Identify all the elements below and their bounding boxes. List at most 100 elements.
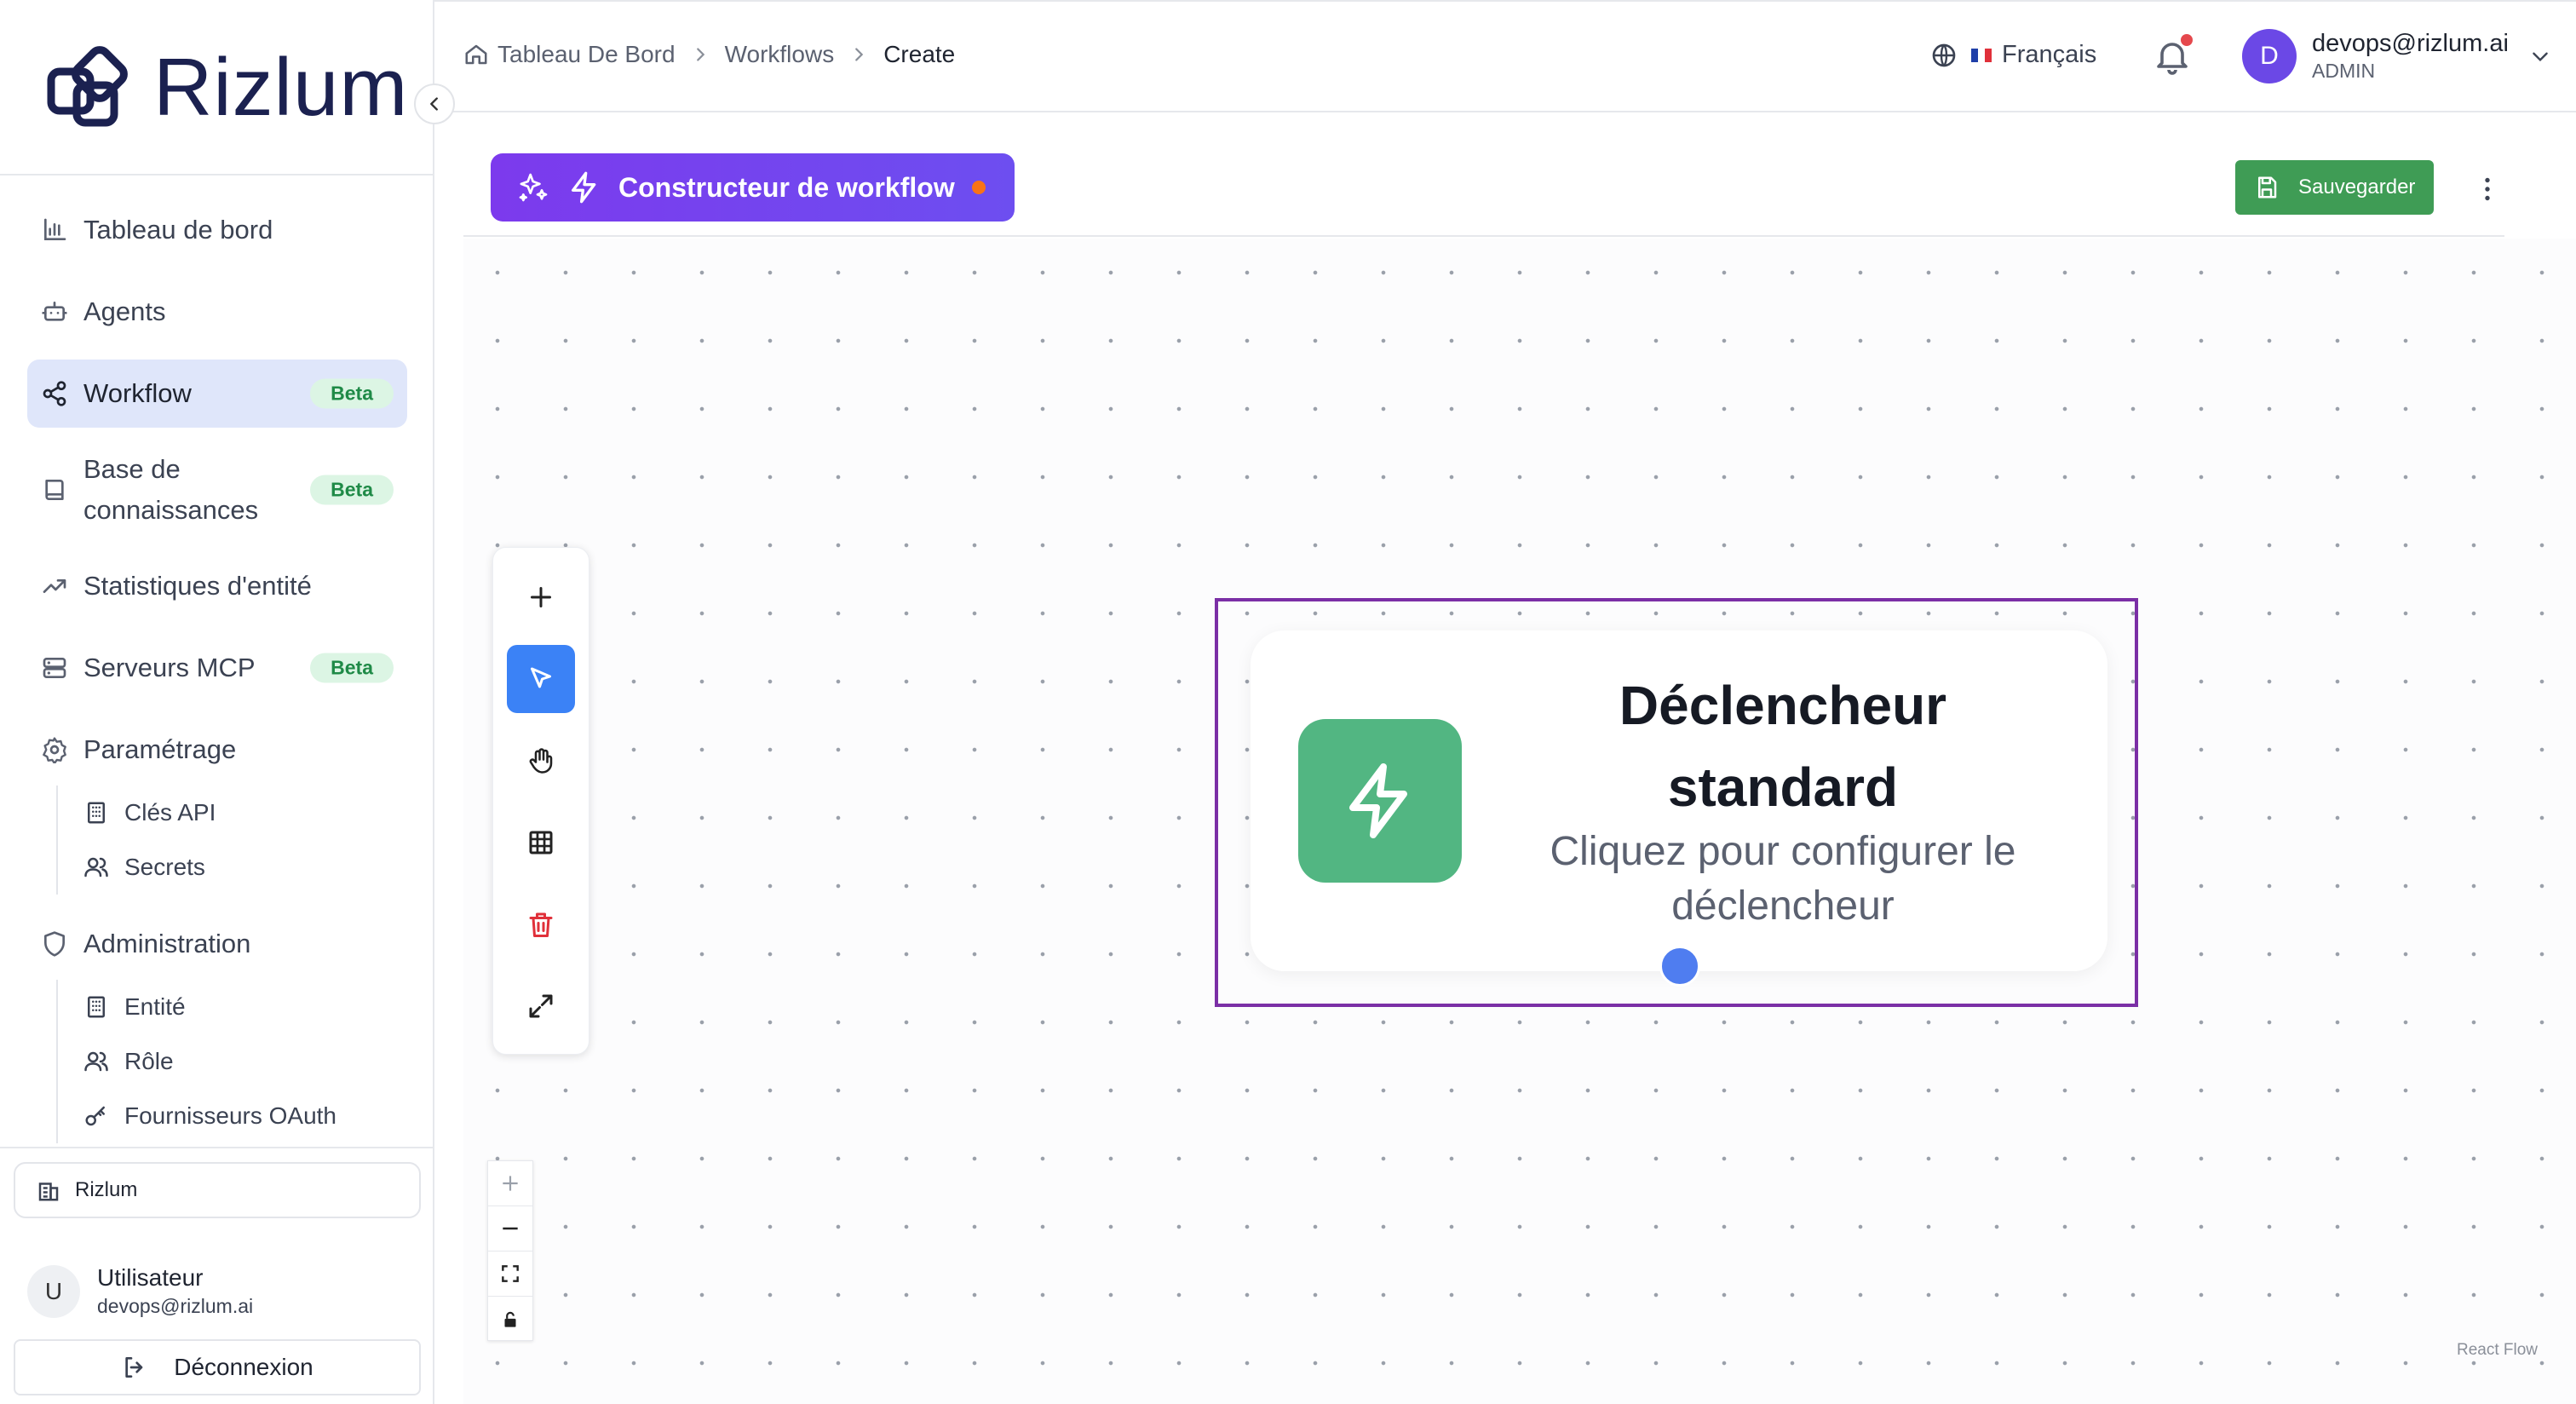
zoom-in-button[interactable] [488, 1161, 532, 1206]
home-icon[interactable] [463, 42, 489, 67]
add-node-tool[interactable] [507, 563, 575, 631]
user-profile[interactable]: U Utilisateur devops@rizlum.ai [27, 1264, 253, 1318]
node-output-handle[interactable] [1659, 946, 1700, 987]
sidebar-subitem-label: Entité [124, 993, 186, 1020]
breadcrumb-dashboard[interactable]: Tableau De Bord [497, 41, 676, 68]
bar-chart-icon [44, 218, 66, 240]
sidebar-item-role[interactable]: Rôle [83, 1034, 407, 1089]
server-icon [43, 658, 66, 678]
account-menu[interactable]: D devops@rizlum.ai ADMIN [2242, 29, 2551, 83]
expand-icon [529, 994, 553, 1018]
lock-icon [504, 1311, 516, 1327]
sidebar-item-dashboard[interactable]: Tableau de bord [27, 196, 407, 264]
sidebar-footer: Rizlum U Utilisateur devops@rizlum.ai Dé… [0, 1147, 433, 1404]
chevron-right-icon [696, 48, 704, 61]
building-icon [88, 802, 105, 824]
avatar: D [2242, 29, 2297, 83]
lightning-icon [1349, 763, 1407, 838]
plus-icon [531, 587, 551, 607]
sidebar-item-knowledge-base[interactable]: Base de connaissances Beta [27, 441, 407, 538]
zoom-controls [487, 1160, 533, 1341]
tool-palette [492, 547, 589, 1055]
react-flow-attribution[interactable]: React Flow [2457, 1341, 2538, 1360]
building-icon [88, 996, 105, 1018]
chevron-down-icon [2533, 52, 2548, 62]
logout-label: Déconnexion [174, 1354, 313, 1380]
save-icon [2258, 176, 2277, 199]
sidebar-item-secrets[interactable]: Secrets [83, 840, 407, 895]
bot-icon [42, 302, 67, 321]
sidebar-item-mcp-servers[interactable]: Serveurs MCP Beta [27, 634, 407, 702]
sidebar-item-agents[interactable]: Agents [27, 278, 407, 346]
beta-badge: Beta [310, 475, 394, 505]
sidebar-item-api-keys[interactable]: Clés API [83, 785, 407, 840]
select-tool[interactable] [507, 645, 575, 713]
language-selector[interactable]: Français [1930, 41, 2096, 69]
grid-tool[interactable] [507, 808, 575, 877]
sidebar-item-entity-stats[interactable]: Statistiques d'entité [27, 552, 407, 620]
account-email: devops@rizlum.ai [2312, 30, 2509, 57]
sidebar-subitem-label: Fournisseurs OAuth [124, 1102, 336, 1129]
sidebar-nav: Tableau de bord Agents Workflow Beta Bas… [27, 196, 407, 1159]
settings-subnav: Clés API Secrets [56, 785, 407, 895]
sidebar-item-administration[interactable]: Administration [27, 910, 407, 978]
hand-icon [529, 748, 553, 774]
sidebar: Rizlum Tableau de bord Agents Workflow B… [0, 0, 455, 1404]
sidebar-item-entity[interactable]: Entité [83, 980, 407, 1034]
sparkles-icon [519, 173, 548, 202]
delete-tool[interactable] [507, 890, 575, 958]
logout-icon [125, 1357, 143, 1378]
logo-area: Rizlum [0, 0, 433, 176]
shield-icon [44, 931, 65, 957]
brand-name: Rizlum [153, 42, 409, 133]
trash-icon [529, 912, 553, 937]
organization-switcher[interactable]: Rizlum [14, 1162, 421, 1218]
user-email: devops@rizlum.ai [97, 1295, 254, 1317]
node-subtitle: Cliquez pour configurer le déclencheur [1550, 829, 2016, 929]
collapse-sidebar-button[interactable] [414, 83, 455, 124]
users-icon [84, 857, 108, 878]
french-flag-icon [1971, 48, 1992, 62]
rizlum-logo-icon [47, 46, 128, 127]
node-icon-container [1298, 719, 1462, 883]
workflow-builder-title: Constructeur de workflow [491, 153, 1015, 222]
chevron-left-icon [430, 97, 438, 111]
building-icon [38, 1182, 59, 1201]
trigger-node[interactable]: Déclencheur standard Cliquez pour config… [1251, 630, 2107, 971]
sidebar-item-label: Statistiques d'entité [83, 571, 312, 601]
account-role: ADMIN [2312, 60, 2376, 82]
beta-badge: Beta [310, 653, 394, 683]
pan-tool[interactable] [507, 727, 575, 795]
workflow-toolbar: Constructeur de workflow Sauvegarder [463, 145, 2504, 237]
pointer-icon [531, 667, 551, 688]
user-name: Utilisateur [97, 1264, 204, 1291]
more-options-icon[interactable] [2472, 174, 2503, 204]
language-label: Français [2002, 41, 2097, 68]
breadcrumb: Tableau De Bord Workflows Create [463, 41, 955, 68]
gear-icon [43, 737, 66, 763]
admin-subnav: Entité Rôle Fournisseurs OAuth [56, 980, 407, 1143]
save-button[interactable]: Sauvegarder [2235, 160, 2435, 215]
fit-view-button[interactable] [488, 1252, 532, 1297]
sidebar-item-workflow[interactable]: Workflow Beta [27, 360, 407, 428]
breadcrumb-workflows[interactable]: Workflows [725, 41, 835, 68]
book-icon [45, 480, 64, 500]
sidebar-item-label: Paramétrage [83, 734, 237, 764]
lightning-icon [572, 171, 596, 204]
unsaved-indicator [971, 181, 986, 194]
breadcrumb-current: Create [883, 41, 956, 67]
sidebar-item-label: Base de connaissances [83, 454, 259, 525]
sidebar-item-oauth-providers[interactable]: Fournisseurs OAuth [83, 1089, 407, 1143]
lock-button[interactable] [488, 1297, 532, 1342]
zoom-out-button[interactable] [488, 1206, 532, 1252]
trending-up-icon [43, 579, 66, 593]
zoom-out-icon [503, 1227, 518, 1230]
sidebar-item-label: Serveurs MCP [83, 653, 256, 682]
save-label: Sauvegarder [2298, 176, 2416, 199]
sidebar-item-settings[interactable]: Paramétrage [27, 716, 407, 784]
beta-badge: Beta [310, 378, 394, 409]
logout-button[interactable]: Déconnexion [14, 1339, 421, 1395]
zoom-in-icon [503, 1176, 518, 1191]
fullscreen-tool[interactable] [507, 972, 575, 1040]
organization-name: Rizlum [75, 1178, 138, 1201]
